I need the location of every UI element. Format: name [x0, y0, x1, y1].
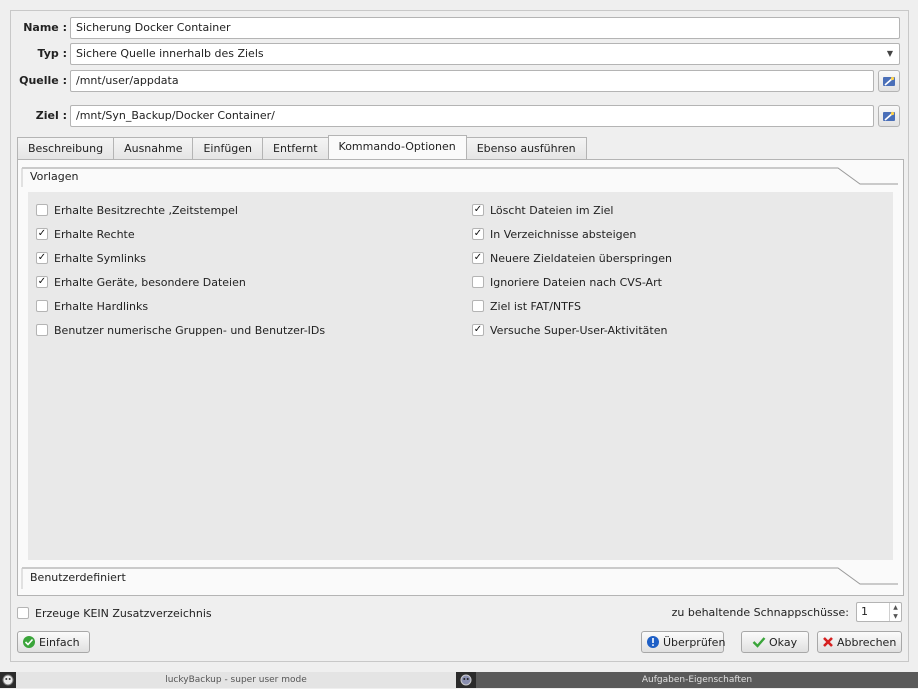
cancel-button[interactable]: Abbrechen — [817, 631, 902, 653]
checkbox[interactable] — [472, 276, 484, 288]
checkbox[interactable]: ✓ — [36, 276, 48, 288]
tab-command-options[interactable]: Kommando-Optionen — [327, 135, 467, 160]
name-input[interactable]: Sicherung Docker Container — [70, 17, 900, 39]
app-icon[interactable] — [460, 674, 472, 689]
option-label: Erhalte Geräte, besondere Dateien — [54, 275, 246, 289]
tab-remote[interactable]: Entfernt — [262, 137, 328, 160]
option-preserve-owner-times[interactable]: Erhalte Besitzrechte ,Zeitstempel — [36, 202, 238, 218]
templates-options-area: Erhalte Besitzrechte ,Zeitstempel ✓ Erha… — [28, 192, 893, 560]
source-label: Quelle : — [19, 74, 67, 87]
type-select-value: Sichere Quelle innerhalb des Ziels — [76, 47, 264, 60]
option-label: Erhalte Rechte — [54, 227, 135, 241]
checkbox[interactable] — [36, 324, 48, 336]
option-label: Ignoriere Dateien nach CVS-Art — [490, 275, 662, 289]
taskbar-item-label: luckyBackup - super user mode — [165, 675, 307, 685]
snapshots-spinbox[interactable]: 1 ▲ ▼ — [856, 602, 902, 622]
option-preserve-permissions[interactable]: ✓ Erhalte Rechte — [36, 226, 135, 242]
validate-label: Überprüfen — [663, 635, 726, 649]
tab-also-execute[interactable]: Ebenso ausführen — [466, 137, 587, 160]
info-icon — [646, 635, 660, 649]
simple-mode-label: Einfach — [39, 635, 80, 649]
destination-input[interactable]: /mnt/Syn_Backup/Docker Container/ — [70, 105, 874, 127]
option-no-extra-directory[interactable]: Erzeuge KEIN Zusatzverzeichnis — [17, 605, 212, 621]
option-label: Löscht Dateien im Ziel — [490, 203, 614, 217]
option-delete-in-destination[interactable]: ✓ Löscht Dateien im Ziel — [472, 202, 614, 218]
templates-header-frame — [21, 167, 898, 187]
option-label: Versuche Super-User-Aktivitäten — [490, 323, 668, 337]
okay-button[interactable]: Okay — [741, 631, 809, 653]
option-dest-fat-ntfs[interactable]: Ziel ist FAT/NTFS — [472, 298, 581, 314]
option-label: Erzeuge KEIN Zusatzverzeichnis — [35, 606, 212, 620]
close-icon — [822, 636, 834, 648]
simple-mode-icon — [22, 635, 36, 649]
tab-exclude[interactable]: Ausnahme — [113, 137, 193, 160]
checkbox[interactable]: ✓ — [472, 252, 484, 264]
checkbox[interactable] — [36, 204, 48, 216]
simple-mode-button[interactable]: Einfach — [17, 631, 90, 653]
tab-include[interactable]: Einfügen — [192, 137, 263, 160]
custom-header[interactable]: Benutzerdefiniert — [30, 567, 126, 589]
option-preserve-devices[interactable]: ✓ Erhalte Geräte, besondere Dateien — [36, 274, 246, 290]
browse-source-button[interactable] — [878, 70, 900, 92]
taskbar-item-main[interactable]: luckyBackup - super user mode — [16, 672, 456, 688]
type-label: Typ : — [37, 47, 67, 60]
tab-description[interactable]: Beschreibung — [17, 137, 114, 160]
checkbox[interactable]: ✓ — [36, 228, 48, 240]
checkmark-icon — [752, 636, 766, 648]
checkbox[interactable] — [36, 300, 48, 312]
taskbar-item-label: Aufgaben-Eigenschaften — [641, 675, 753, 685]
okay-label: Okay — [769, 635, 798, 649]
option-recurse-directories[interactable]: ✓ In Verzeichnisse absteigen — [472, 226, 636, 242]
chevron-down-icon: ▼ — [886, 49, 893, 58]
option-label: Erhalte Hardlinks — [54, 299, 149, 313]
checkbox[interactable]: ✓ — [36, 252, 48, 264]
option-skip-newer[interactable]: ✓ Neuere Zieldateien überspringen — [472, 250, 672, 266]
option-numeric-ids[interactable]: Benutzer numerische Gruppen- und Benutze… — [36, 322, 325, 338]
option-label: Benutzer numerische Gruppen- und Benutze… — [54, 323, 326, 337]
type-select[interactable]: Sichere Quelle innerhalb des Ziels ▼ — [70, 43, 900, 65]
checkbox[interactable] — [472, 300, 484, 312]
option-preserve-hardlinks[interactable]: Erhalte Hardlinks — [36, 298, 148, 314]
app-icon[interactable] — [2, 674, 14, 689]
destination-label: Ziel : — [35, 109, 67, 122]
folder-browse-icon — [883, 111, 895, 121]
templates-header[interactable]: Vorlagen — [30, 166, 78, 188]
command-options-panel: Vorlagen Erhalte Besitzrechte ,Zeitstemp… — [17, 159, 904, 596]
source-input[interactable]: /mnt/user/appdata — [70, 70, 874, 92]
checkbox[interactable]: ✓ — [472, 228, 484, 240]
option-preserve-symlinks[interactable]: ✓ Erhalte Symlinks — [36, 250, 146, 266]
snapshots-value: 1 — [861, 605, 868, 618]
task-properties-dialog: Name : Sicherung Docker Container Typ : … — [10, 10, 909, 662]
name-label: Name : — [23, 21, 67, 34]
folder-browse-icon — [883, 76, 895, 86]
checkbox[interactable] — [17, 607, 29, 619]
cancel-label: Abbrechen — [837, 635, 897, 649]
option-label: Ziel ist FAT/NTFS — [490, 299, 581, 313]
custom-header-frame — [21, 567, 898, 589]
option-label: Erhalte Besitzrechte ,Zeitstempel — [54, 203, 238, 217]
option-super-user[interactable]: ✓ Versuche Super-User-Aktivitäten — [472, 322, 667, 338]
option-label: Neuere Zieldateien überspringen — [490, 251, 673, 265]
taskbar: luckyBackup - super user mode Aufgaben-E… — [0, 672, 918, 688]
option-label: In Verzeichnisse absteigen — [490, 227, 637, 241]
option-cvs-exclude[interactable]: Ignoriere Dateien nach CVS-Art — [472, 274, 662, 290]
checkbox[interactable]: ✓ — [472, 324, 484, 336]
validate-button[interactable]: Überprüfen — [641, 631, 726, 653]
browse-destination-button[interactable] — [878, 105, 900, 127]
tab-bar: Beschreibung Ausnahme Einfügen Entfernt … — [17, 135, 587, 160]
snapshots-label: zu behaltende Schnappschüsse: — [671, 606, 849, 619]
checkbox[interactable]: ✓ — [472, 204, 484, 216]
taskbar-item-properties[interactable]: Aufgaben-Eigenschaften — [476, 672, 918, 688]
option-label: Erhalte Symlinks — [54, 251, 147, 265]
spin-arrows-icon[interactable]: ▲ ▼ — [889, 603, 901, 621]
